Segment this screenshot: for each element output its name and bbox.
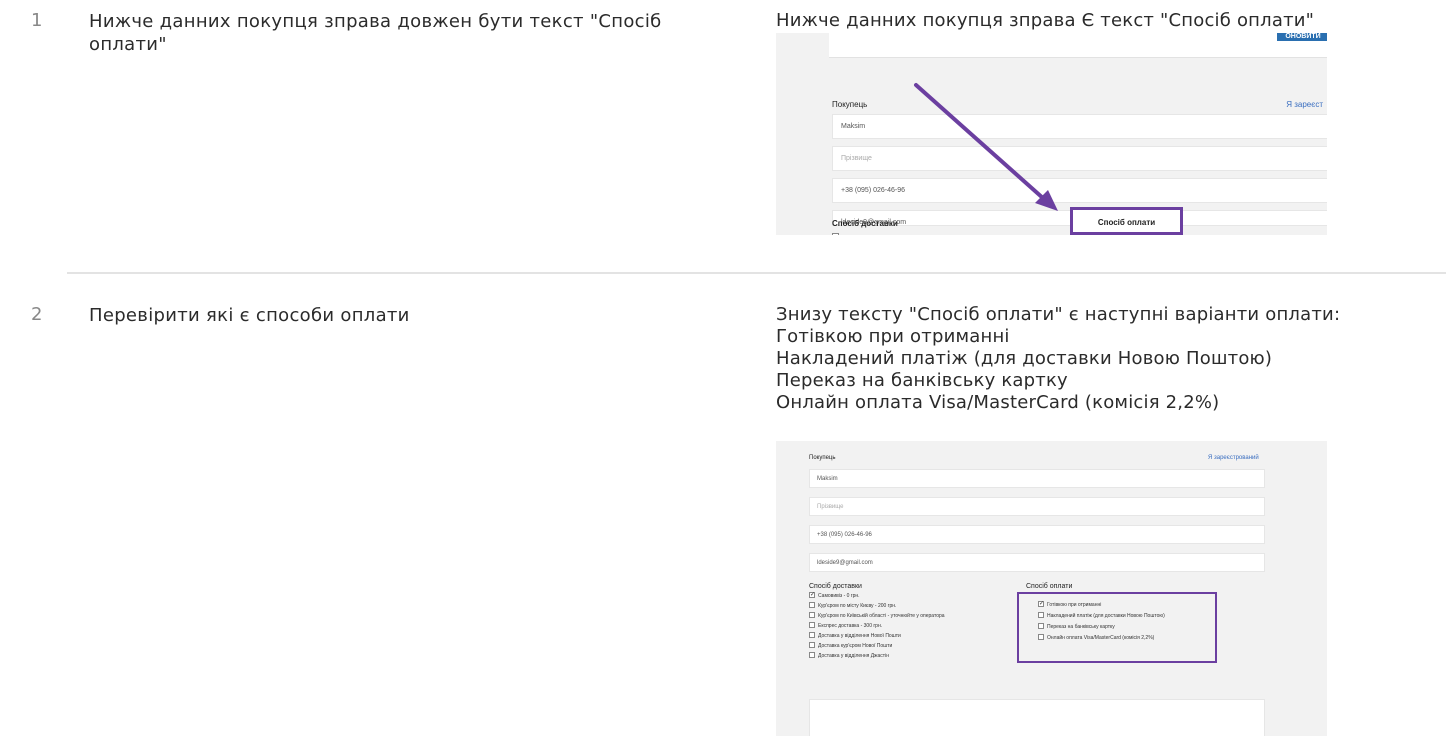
delivery-option[interactable]: Самовивіз - 0 грн. xyxy=(809,591,860,600)
delivery-option[interactable]: Експрес доставка - 300 грн. xyxy=(809,621,882,630)
delivery-option[interactable]: Доставка кур'єром Нової Пошти xyxy=(809,641,892,650)
email-field[interactable]: ldeside9@gmail.com xyxy=(809,553,1265,572)
screenshot-checkout-options: Покупець Я зареєстрований Maksim Прізвищ… xyxy=(776,441,1327,736)
annotation-arrow-icon xyxy=(914,83,1058,211)
comment-textarea[interactable] xyxy=(809,699,1265,736)
step-action: Нижче данних покупця зправа довжен бути … xyxy=(89,11,662,55)
checkbox-checked[interactable] xyxy=(809,591,815,599)
delivery-option[interactable]: Доставка у відділення Нової Пошти xyxy=(809,631,901,640)
payment-options-highlight xyxy=(1017,592,1217,663)
checkbox[interactable] xyxy=(809,641,815,648)
delivery-option[interactable]: Кур'єром по Київській області - уточнюйт… xyxy=(809,611,945,620)
step-action: Перевірити які є способи оплати xyxy=(89,305,410,326)
step-number: 1 xyxy=(31,10,43,31)
result-line: Готівкою при отриманні xyxy=(776,326,1010,347)
divider xyxy=(67,272,1446,274)
phone-field[interactable]: +38 (095) 026-46-96 xyxy=(809,525,1265,544)
result-line: Онлайн оплата Visa/MasterCard (комісія 2… xyxy=(776,392,1220,413)
buyer-label: Покупець xyxy=(809,455,836,461)
registered-link[interactable]: Я зареєстрований xyxy=(1208,455,1259,461)
step-expected-result: Нижче данних покупця зправа Є текст "Спо… xyxy=(776,10,1315,31)
result-line: Накладений платіж (для доставки Новою По… xyxy=(776,348,1273,369)
screenshot-checkout-buyer: ОНОВИТИ Покупець Я зареєст Maksim Прізви… xyxy=(776,33,1327,235)
first-name-field[interactable]: Maksim xyxy=(809,469,1265,488)
step-expected-result: Знизу тексту "Спосіб оплати" є наступні … xyxy=(776,304,1436,414)
result-line: Знизу тексту "Спосіб оплати" є наступні … xyxy=(776,304,1341,325)
checkbox[interactable] xyxy=(809,651,815,658)
last-name-field[interactable]: Прізвище xyxy=(809,497,1265,516)
checkbox[interactable] xyxy=(809,611,815,618)
checkbox[interactable] xyxy=(809,601,815,608)
delivery-option[interactable]: Доставка у відділення Джастін xyxy=(809,651,889,660)
result-line: Переказ на банківську картку xyxy=(776,370,1068,391)
payment-label: Спосіб оплати xyxy=(1026,583,1073,590)
delivery-option[interactable]: Кур'єром по місту Києву - 200 грн. xyxy=(809,601,896,610)
delivery-label: Спосіб доставки xyxy=(809,583,862,590)
checkbox[interactable] xyxy=(809,631,815,638)
checkbox[interactable] xyxy=(809,621,815,628)
step-number: 2 xyxy=(31,304,43,325)
